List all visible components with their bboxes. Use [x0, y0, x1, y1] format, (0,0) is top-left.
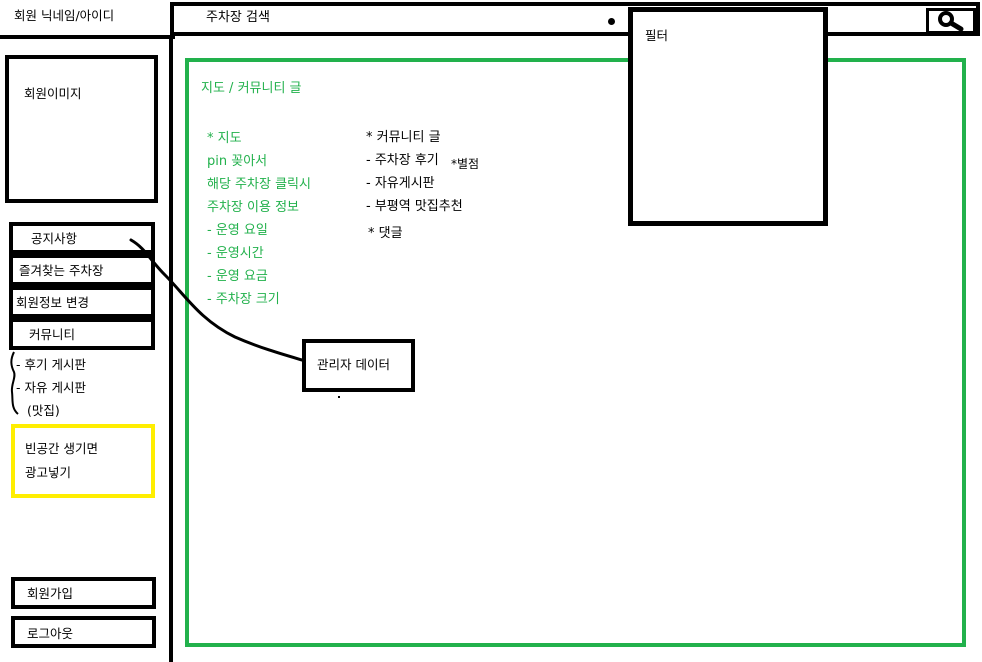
search-bar[interactable]: 주차장 검색: [170, 2, 980, 36]
nav-review-board[interactable]: - 후기 게시판: [16, 357, 86, 373]
nav-edit-profile-label: 회원정보 변경: [16, 295, 89, 310]
community-line: * 댓글: [368, 226, 403, 241]
logout-button-label: 로그아웃: [27, 626, 74, 641]
community-line: * 커뮤니티 글: [366, 130, 441, 145]
search-input[interactable]: 주차장 검색: [206, 10, 270, 26]
nav-favorite-parking[interactable]: 즐겨찾는 주차장: [9, 254, 155, 286]
member-image: 회원이미지: [5, 55, 158, 203]
join-button[interactable]: 회원가입: [11, 577, 156, 609]
ad-space: 빈공간 생기면 광고넣기: [11, 424, 155, 498]
nav-community-label: 커뮤니티: [29, 327, 76, 342]
search-button[interactable]: [926, 8, 976, 34]
community-line: - 주차장 후기: [366, 153, 439, 168]
filter-panel[interactable]: 필터: [628, 7, 828, 226]
join-button-label: 회원가입: [27, 586, 74, 601]
header-divider: [0, 35, 175, 39]
search-icon: [938, 11, 964, 31]
community-line: - 자유게시판: [366, 176, 435, 191]
nav-food-note: (맛집): [27, 403, 60, 418]
member-image-label: 회원이미지: [24, 86, 82, 101]
map-line: - 주차장 크기: [207, 292, 280, 307]
community-bracket: [10, 351, 19, 415]
nav-edit-profile[interactable]: 회원정보 변경: [9, 286, 155, 318]
nav-notice[interactable]: 공지사항: [9, 222, 155, 254]
map-line: pin 꽂아서: [207, 154, 268, 169]
stray-dot: [338, 396, 340, 398]
ad-text-line2: 광고넣기: [25, 465, 72, 480]
map-line: - 운영 요일: [207, 223, 268, 238]
nav-free-board[interactable]: - 자유 게시판: [16, 380, 86, 396]
search-cursor-dot: [608, 18, 615, 25]
map-line: - 운영 요금: [207, 269, 268, 284]
main-heading: 지도 / 커뮤니티 글: [201, 81, 302, 96]
nav-favorite-parking-label: 즐겨찾는 주차장: [19, 263, 104, 278]
admin-data-label: 관리자 데이터: [317, 357, 390, 372]
ad-text-line1: 빈공간 생기면: [25, 441, 98, 456]
nav-community[interactable]: 커뮤니티: [9, 318, 155, 350]
community-line: - 부평역 맛집추천: [366, 199, 463, 214]
map-line: * 지도: [207, 131, 242, 146]
admin-data-box: 관리자 데이터: [302, 339, 415, 392]
map-line: - 운영시간: [207, 246, 264, 261]
sidebar-divider: [169, 35, 173, 662]
member-nickname: 회원 닉네임/아이디: [14, 8, 115, 23]
rating-note: *별점: [451, 157, 480, 171]
map-line: 해당 주차장 클릭시: [207, 177, 311, 192]
logout-button[interactable]: 로그아웃: [11, 616, 156, 648]
nav-notice-label: 공지사항: [31, 231, 78, 246]
filter-label: 필터: [645, 28, 669, 43]
map-line: 주차장 이용 정보: [207, 200, 299, 215]
